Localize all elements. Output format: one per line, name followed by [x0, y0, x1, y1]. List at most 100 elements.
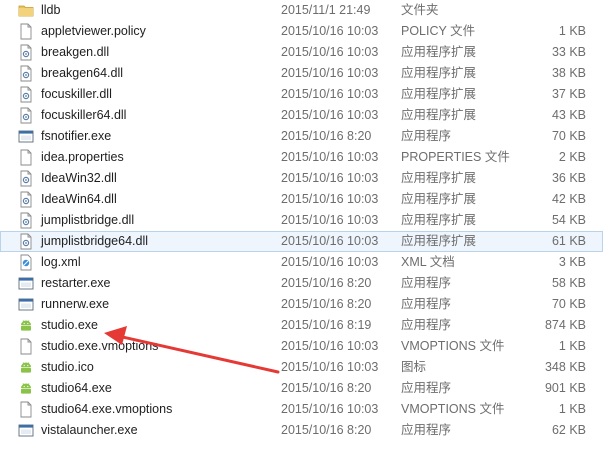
file-date-modified: 2015/10/16 10:03: [281, 66, 379, 80]
file-name: studio.exe: [41, 318, 98, 332]
file-type: 应用程序: [401, 318, 452, 332]
file-type: 应用程序扩展: [401, 66, 477, 80]
file-name: log.xml: [41, 255, 81, 269]
file-row[interactable]: appletviewer.policy 2015/10/16 10:03 POLIC…: [0, 21, 603, 42]
file-name: studio64.exe: [41, 381, 112, 395]
file-row[interactable]: studio.exe.vmoptions 2015/10/16 10:03 VMOP…: [0, 336, 603, 357]
file-type: 应用程序扩展: [401, 87, 477, 101]
android-icon: [18, 380, 34, 397]
file-name: vistalauncher.exe: [41, 423, 138, 437]
file-date-modified: 2015/10/16 8:20: [281, 297, 372, 311]
file-row[interactable]: fsnotifier.exe 2015/10/16 8:20 应用程序 70 KB: [0, 126, 603, 147]
file-row[interactable]: studio.ico 2015/10/16 10:03 图标 348 KB: [0, 357, 603, 378]
file-row[interactable]: jumplistbridge.dll 2015/10/16 10:03 应用程序扩展…: [0, 210, 603, 231]
file-date-modified: 2015/10/16 8:19: [281, 318, 372, 332]
dll-file-icon: [18, 191, 34, 208]
file-size: 58 KB: [551, 276, 586, 290]
file-type: 文件夹: [401, 3, 439, 17]
file-name: breakgen64.dll: [41, 66, 124, 80]
file-size: 38 KB: [551, 66, 586, 80]
file-row[interactable]: IdeaWin64.dll 2015/10/16 10:03 应用程序扩展 42 KB: [0, 189, 603, 210]
generic-file-icon: [18, 338, 34, 355]
file-date-modified: 2015/10/16 10:03: [281, 24, 379, 38]
file-name: IdeaWin64.dll: [41, 192, 117, 206]
file-name: jumplistbridge.dll: [41, 213, 135, 227]
dll-file-icon: [18, 44, 34, 61]
android-icon: [18, 317, 34, 334]
android-icon: [18, 359, 34, 376]
file-date-modified: 2015/11/1 21:49: [281, 3, 371, 17]
file-name: lldb: [41, 3, 61, 17]
file-row[interactable]: studio.exe 2015/10/16 8:19 应用程序 874 KB: [0, 315, 603, 336]
file-row[interactable]: studio64.exe 2015/10/16 8:20 应用程序 901 KB: [0, 378, 603, 399]
exe-window-icon: [18, 296, 34, 313]
exe-window-icon: [18, 422, 34, 439]
file-name: restarter.exe: [41, 276, 111, 290]
file-size: 70 KB: [551, 129, 586, 143]
file-size: 901 KB: [544, 381, 586, 395]
file-row[interactable]: lldb 2015/11/1 21:49 文件夹: [0, 0, 603, 21]
file-type: 应用程序: [401, 276, 452, 290]
file-type: 应用程序: [401, 297, 452, 311]
file-size: 43 KB: [551, 108, 586, 122]
dll-file-icon: [18, 86, 34, 103]
file-row[interactable]: jumplistbridge64.dll 2015/10/16 10:03 应用程序…: [0, 231, 603, 252]
file-date-modified: 2015/10/16 10:03: [281, 213, 379, 227]
file-date-modified: 2015/10/16 10:03: [281, 360, 379, 374]
exe-window-icon: [18, 128, 34, 145]
file-name: studio64.exe.vmoptions: [41, 402, 173, 416]
dll-file-icon: [18, 65, 34, 82]
file-row[interactable]: breakgen.dll 2015/10/16 10:03 应用程序扩展 33 KB: [0, 42, 603, 63]
file-name: studio.ico: [41, 360, 94, 374]
file-type: 应用程序扩展: [401, 234, 477, 248]
file-list: lldb 2015/11/1 21:49 文件夹 appletviewer.polic…: [0, 0, 603, 441]
file-type: 应用程序扩展: [401, 171, 477, 185]
file-row[interactable]: studio64.exe.vmoptions 2015/10/16 10:03 VM…: [0, 399, 603, 420]
file-size: 70 KB: [551, 297, 586, 311]
file-type: 应用程序: [401, 129, 452, 143]
file-size: 36 KB: [551, 171, 586, 185]
file-row[interactable]: runnerw.exe 2015/10/16 8:20 应用程序 70 KB: [0, 294, 603, 315]
file-type: 应用程序扩展: [401, 192, 477, 206]
xml-file-icon: [18, 254, 34, 271]
file-date-modified: 2015/10/16 10:03: [281, 402, 379, 416]
file-date-modified: 2015/10/16 10:03: [281, 150, 379, 164]
file-size: 1 KB: [558, 24, 586, 38]
file-row[interactable]: focuskiller.dll 2015/10/16 10:03 应用程序扩展 37 …: [0, 84, 603, 105]
file-date-modified: 2015/10/16 10:03: [281, 171, 379, 185]
file-size: 2 KB: [558, 150, 586, 164]
file-row[interactable]: IdeaWin32.dll 2015/10/16 10:03 应用程序扩展 36 KB: [0, 168, 603, 189]
file-row[interactable]: log.xml 2015/10/16 10:03 XML 文档 3 KB: [0, 252, 603, 273]
dll-file-icon: [18, 212, 34, 229]
file-size: 42 KB: [551, 192, 586, 206]
file-type: 应用程序: [401, 381, 452, 395]
file-name: appletviewer.policy: [41, 24, 146, 38]
file-name: breakgen.dll: [41, 45, 110, 59]
file-row[interactable]: focuskiller64.dll 2015/10/16 10:03 应用程序扩展 4…: [0, 105, 603, 126]
file-size: 61 KB: [551, 234, 586, 248]
file-size: 874 KB: [544, 318, 586, 332]
file-size: 54 KB: [551, 213, 586, 227]
file-date-modified: 2015/10/16 8:20: [281, 423, 372, 437]
file-size: 1 KB: [558, 339, 586, 353]
dll-file-icon: [18, 233, 34, 250]
file-date-modified: 2015/10/16 10:03: [281, 255, 379, 269]
file-name: jumplistbridge64.dll: [41, 234, 149, 248]
file-name: focuskiller64.dll: [41, 108, 127, 122]
file-name: IdeaWin32.dll: [41, 171, 117, 185]
file-row[interactable]: breakgen64.dll 2015/10/16 10:03 应用程序扩展 38 K…: [0, 63, 603, 84]
file-date-modified: 2015/10/16 10:03: [281, 108, 379, 122]
file-date-modified: 2015/10/16 10:03: [281, 234, 379, 248]
file-row[interactable]: restarter.exe 2015/10/16 8:20 应用程序 58 KB: [0, 273, 603, 294]
file-date-modified: 2015/10/16 10:03: [281, 339, 379, 353]
exe-window-icon: [18, 275, 34, 292]
file-name: idea.properties: [41, 150, 124, 164]
file-row[interactable]: idea.properties 2015/10/16 10:03 PROPERTIE…: [0, 147, 603, 168]
file-date-modified: 2015/10/16 8:20: [281, 276, 372, 290]
file-type: VMOPTIONS 文件: [401, 339, 505, 353]
file-row[interactable]: vistalauncher.exe 2015/10/16 8:20 应用程序 62 K…: [0, 420, 603, 441]
dll-file-icon: [18, 107, 34, 124]
folder-icon: [18, 2, 34, 19]
file-size: 33 KB: [551, 45, 586, 59]
file-type: XML 文档: [401, 255, 455, 269]
